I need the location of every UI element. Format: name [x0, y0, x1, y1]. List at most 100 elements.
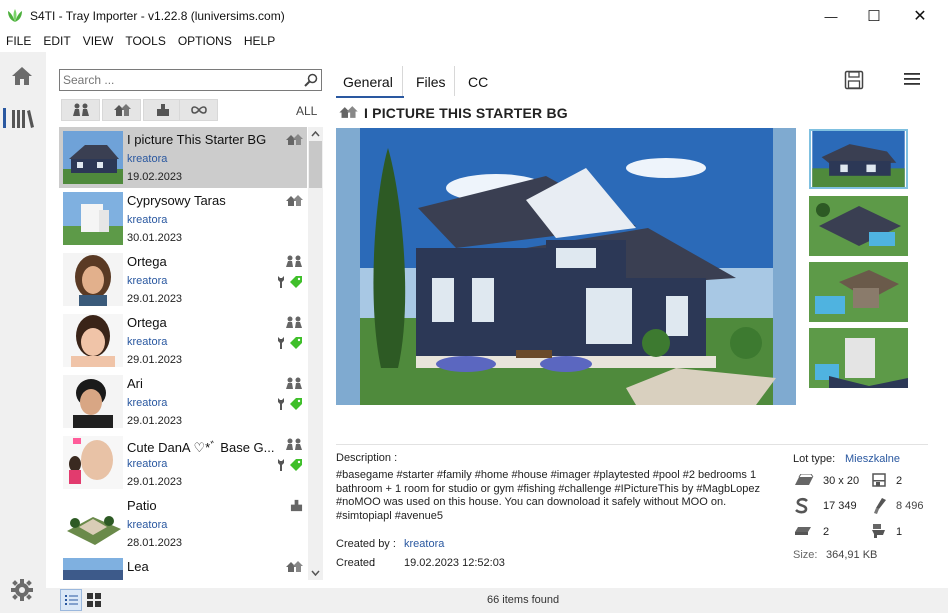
gallery-thumbnail[interactable] [809, 262, 908, 322]
file-size-value: 364,91 KB [826, 549, 878, 561]
scroll-down-icon[interactable] [311, 570, 320, 576]
lot-size-value: 30 x 20 [823, 475, 860, 487]
tools-icon [278, 459, 284, 471]
gallery-thumbnail[interactable] [809, 196, 908, 256]
floors-icon [872, 473, 886, 487]
lot-house-icon [286, 561, 303, 572]
room-thumbnail [63, 497, 123, 550]
description-label: Description : [336, 452, 398, 464]
room-icon [290, 499, 303, 512]
lot-thumbnail [63, 192, 123, 245]
active-indicator [3, 108, 6, 128]
filter-all-button[interactable] [179, 99, 218, 121]
objects-value: 8 496 [896, 500, 924, 512]
item-author[interactable]: kreatora [127, 214, 167, 226]
item-author[interactable]: kreatora [127, 458, 167, 470]
filter-rooms-button[interactable] [143, 99, 182, 121]
title-bar: S4TI - Tray Importer - v1.22.8 (lunivers… [0, 0, 948, 32]
grid-view-icon[interactable] [87, 593, 101, 607]
tools-icon [278, 398, 284, 410]
gallery-thumbnail[interactable] [809, 328, 908, 388]
item-name: Cute DanA ♡*ﾞ Base G... [127, 440, 275, 455]
item-author[interactable]: kreatora [127, 275, 167, 287]
household-icon [286, 377, 302, 389]
list-view-button[interactable] [60, 589, 82, 611]
bedrooms-value: 2 [823, 526, 830, 538]
search-input[interactable] [63, 72, 293, 88]
simoleons-icon [795, 497, 808, 514]
item-cc-indicators [276, 458, 303, 471]
lot-house-icon [113, 104, 131, 116]
list-item[interactable]: Ortega kreatora 29.01.2023 [59, 310, 307, 371]
list-item[interactable]: Ari kreatora 29.01.2023 [59, 371, 307, 432]
gallery-thumbnail-selected[interactable] [809, 129, 908, 189]
save-icon[interactable] [844, 70, 864, 90]
lot-house-icon [286, 195, 303, 206]
list-item[interactable]: Cyprysowy Taras kreatora 30.01.2023 [59, 188, 307, 249]
lot-type-value[interactable]: Mieszkalne [845, 453, 900, 465]
item-date: 29.01.2023 [127, 293, 183, 305]
list-item[interactable]: Lea [59, 554, 307, 580]
lot-house-icon [286, 134, 303, 145]
toilet-icon [872, 524, 885, 538]
menu-edit[interactable]: EDIT [43, 32, 76, 52]
item-name: Lea [127, 559, 149, 574]
home-icon[interactable] [11, 66, 33, 86]
tab-files[interactable]: Files [416, 74, 446, 90]
tab-cc[interactable]: CC [468, 74, 488, 90]
scrollbar-thumb[interactable] [309, 141, 322, 188]
lot-thumbnail [63, 558, 123, 580]
item-name: Patio [127, 498, 157, 513]
created-by-label: Created by : [336, 538, 396, 550]
sim-portrait-thumbnail [63, 253, 123, 306]
item-author[interactable]: kreatora [127, 519, 167, 531]
minimize-button[interactable]: — [808, 0, 854, 32]
item-name: Ortega [127, 315, 167, 330]
items-list: I picture This Starter BG kreatora 19.02… [59, 127, 307, 580]
list-item[interactable]: I picture This Starter BG kreatora 19.02… [59, 127, 307, 188]
file-size-label: Size: [793, 549, 818, 561]
item-author[interactable]: kreatora [127, 153, 167, 165]
description-section: Description : #basegame #starter #family… [336, 452, 776, 523]
lot-title: I PICTURE THIS STARTER BG [364, 105, 568, 121]
hamburger-menu-icon[interactable] [904, 72, 920, 86]
scroll-up-icon[interactable] [311, 131, 320, 137]
status-bar: 66 items found [46, 588, 948, 613]
menu-view[interactable]: VIEW [83, 32, 120, 52]
search-icon[interactable] [304, 73, 318, 87]
menu-tools[interactable]: TOOLS [125, 32, 171, 52]
close-button[interactable]: ✕ [897, 0, 943, 32]
library-icon[interactable] [11, 109, 35, 129]
list-item[interactable]: Patio kreatora 28.01.2023 [59, 493, 307, 554]
menu-help[interactable]: HELP [244, 32, 281, 52]
cc-tag-icon [290, 398, 302, 410]
menu-options[interactable]: OPTIONS [178, 32, 238, 52]
list-item[interactable]: Cute DanA ♡*ﾞ Base G... kreatora 29.01.2… [59, 432, 307, 493]
item-author[interactable]: kreatora [127, 397, 167, 409]
lot-thumbnail [63, 131, 123, 184]
objects-brush-icon [874, 498, 886, 514]
lot-preview-image[interactable] [336, 128, 796, 405]
settings-gear-icon[interactable] [11, 579, 33, 601]
bathrooms-value: 1 [896, 526, 903, 538]
sim-portrait-thumbnail [63, 436, 123, 489]
section-divider [336, 444, 928, 445]
all-label[interactable]: ALL [296, 104, 317, 118]
bed-icon [795, 527, 811, 535]
filter-lots-button[interactable] [102, 99, 141, 121]
menu-file[interactable]: FILE [6, 32, 37, 52]
lot-size-icon [795, 474, 814, 485]
list-scrollbar[interactable] [308, 127, 323, 580]
filter-households-button[interactable] [61, 99, 100, 121]
maximize-button[interactable]: ☐ [851, 0, 897, 32]
close-icon: ✕ [913, 8, 927, 25]
created-date: 19.02.2023 12:52:03 [404, 557, 505, 569]
window-title: S4TI - Tray Importer - v1.22.8 (lunivers… [30, 9, 285, 23]
cc-tag-icon [290, 276, 302, 288]
tab-general[interactable]: General [343, 74, 393, 90]
created-by-link[interactable]: kreatora [404, 538, 444, 550]
item-author[interactable]: kreatora [127, 336, 167, 348]
created-row: Created : 19.02.2023 12:52:03 [336, 557, 505, 569]
list-item[interactable]: Ortega kreatora 29.01.2023 [59, 249, 307, 310]
tools-icon [278, 337, 284, 349]
